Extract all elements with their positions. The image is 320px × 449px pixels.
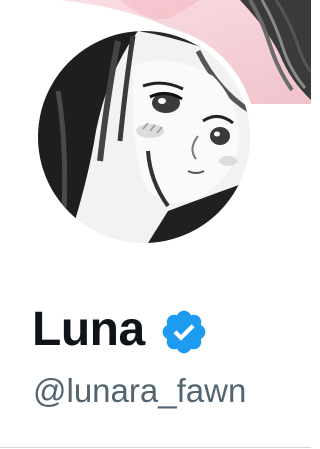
display-name: Luna xyxy=(32,303,145,356)
avatar[interactable] xyxy=(38,31,250,243)
divider xyxy=(0,447,311,448)
avatar-image xyxy=(38,31,250,243)
verified-badge-icon[interactable] xyxy=(159,307,209,357)
display-name-row: Luna xyxy=(32,298,209,362)
avatar-ring xyxy=(32,25,256,249)
username-handle: @lunara_fawn xyxy=(33,372,247,409)
